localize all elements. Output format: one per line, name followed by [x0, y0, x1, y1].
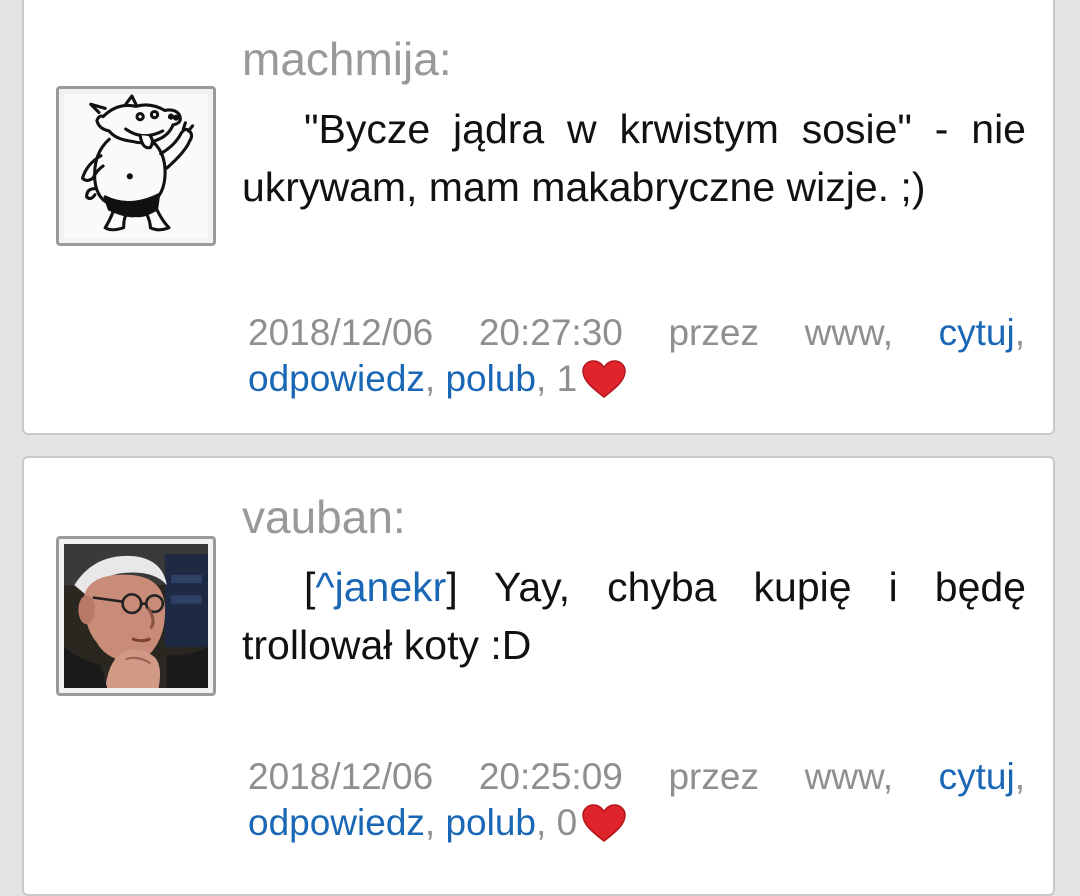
reply-link[interactable]: odpowiedz [248, 802, 425, 843]
reply-link[interactable]: odpowiedz [248, 358, 425, 399]
like-count: 0 [556, 802, 578, 843]
quote-bracket-open: [ [304, 564, 316, 610]
comment-text: "Bycze jądra w krwistym sosie" - nie ukr… [242, 100, 1026, 216]
like-count: 1 [556, 358, 578, 399]
user-avatar[interactable] [56, 86, 216, 246]
old-man-photo-avatar-icon [64, 544, 208, 688]
quote-reference: [^janekr] [304, 564, 458, 610]
comment-timestamp: 2018/12/06 20:25:09 przez www, [248, 756, 893, 797]
quote-link[interactable]: cytuj [939, 756, 1015, 797]
comment-meta: 2018/12/06 20:27:30 przez www, cytuj, od… [248, 312, 1025, 399]
comment-body: "Bycze jądra w krwistym sosie" - nie ukr… [242, 106, 1026, 210]
quote-bracket-close: ] [446, 564, 458, 610]
user-avatar[interactable] [56, 536, 216, 696]
like-link[interactable]: polub [445, 802, 536, 843]
comment-author[interactable]: machmija: [242, 36, 452, 82]
cartoon-pig-avatar-icon [64, 94, 208, 238]
quoted-user-link[interactable]: ^janekr [315, 564, 446, 610]
comment-card: machmija: "Bycze jądra w krwistym sosie"… [22, 0, 1055, 435]
comment-card: vauban: [^janekr] Yay, chyba kupię i będ… [22, 456, 1055, 896]
heart-icon [581, 803, 627, 843]
comment-timestamp: 2018/12/06 20:27:30 przez www, [248, 312, 893, 353]
like-link[interactable]: polub [445, 358, 536, 399]
quote-link[interactable]: cytuj [939, 312, 1015, 353]
comment-author[interactable]: vauban: [242, 494, 406, 540]
comment-meta: 2018/12/06 20:25:09 przez www, cytuj, od… [248, 756, 1025, 843]
comment-text: [^janekr] Yay, chyba kupię i będę trollo… [242, 558, 1026, 674]
heart-icon [581, 359, 627, 399]
